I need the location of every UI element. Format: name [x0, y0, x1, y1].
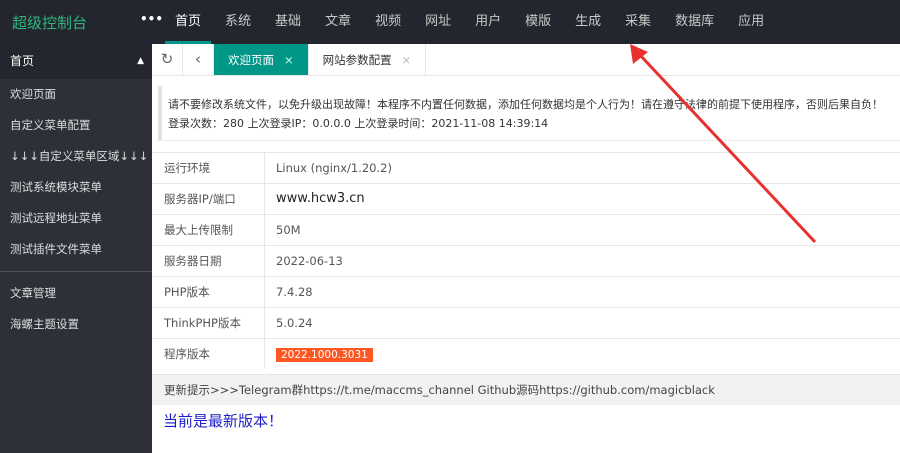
- annotation-arrow: [630, 44, 817, 244]
- arrow-shaft: [638, 53, 817, 244]
